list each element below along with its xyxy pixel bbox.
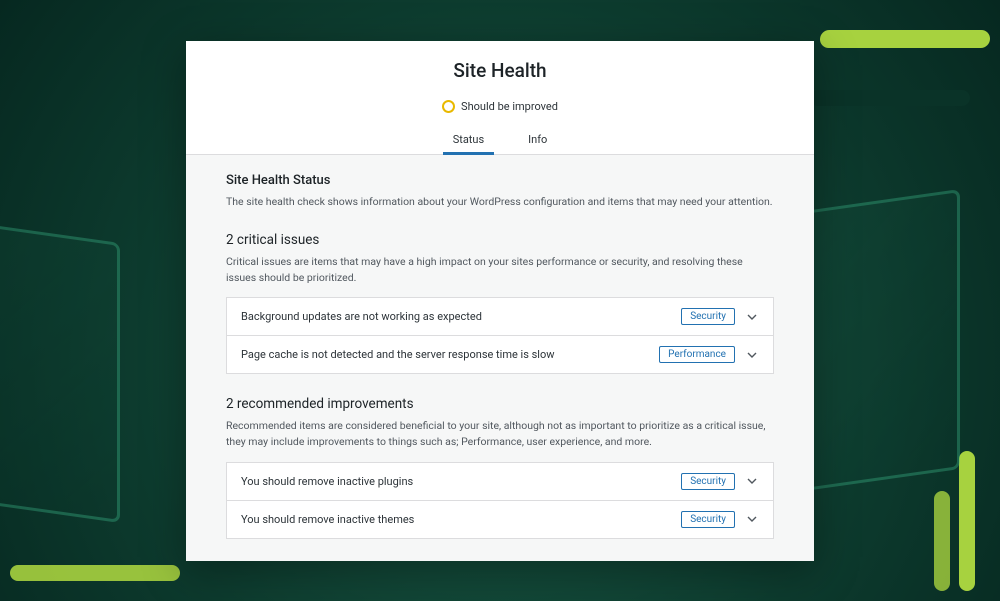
tabs: Status Info [186, 127, 814, 155]
issue-badge: Security [681, 511, 735, 528]
critical-issues-list: Background updates are not working as ex… [226, 297, 774, 374]
chevron-down-icon [745, 512, 759, 526]
issue-row[interactable]: Page cache is not detected and the serve… [227, 336, 773, 373]
tab-info[interactable]: Info [524, 127, 551, 154]
recommended-desc: Recommended items are considered benefic… [226, 418, 774, 450]
site-health-panel: Site Health Should be improved Status In… [186, 41, 814, 561]
panel-body: Site Health Status The site health check… [186, 155, 814, 561]
recommended-list: You should remove inactive plugins Secur… [226, 462, 774, 539]
issue-badge: Security [681, 473, 735, 490]
panel-header: Site Health Should be improved Status In… [186, 41, 814, 155]
critical-desc: Critical issues are items that may have … [226, 254, 774, 286]
chevron-down-icon [745, 348, 759, 362]
critical-heading: 2 critical issues [226, 232, 774, 248]
overview-heading: Site Health Status [226, 173, 774, 188]
issue-badge: Security [681, 308, 735, 325]
status-circle-icon [442, 100, 455, 113]
issue-badge: Performance [659, 346, 735, 363]
tab-status[interactable]: Status [449, 127, 488, 154]
status-indicator: Should be improved [186, 100, 814, 113]
overview-desc: The site health check shows information … [226, 194, 774, 210]
status-label: Should be improved [461, 100, 558, 113]
issue-title: You should remove inactive plugins [241, 475, 413, 488]
chevron-down-icon [745, 474, 759, 488]
issue-row[interactable]: Background updates are not working as ex… [227, 298, 773, 336]
recommended-heading: 2 recommended improvements [226, 396, 774, 412]
issue-title: Background updates are not working as ex… [241, 310, 482, 323]
page-title: Site Health [186, 59, 814, 82]
issue-title: Page cache is not detected and the serve… [241, 348, 555, 361]
chevron-down-icon [745, 310, 759, 324]
issue-row[interactable]: You should remove inactive plugins Secur… [227, 463, 773, 501]
issue-row[interactable]: You should remove inactive themes Securi… [227, 501, 773, 538]
issue-title: You should remove inactive themes [241, 513, 414, 526]
